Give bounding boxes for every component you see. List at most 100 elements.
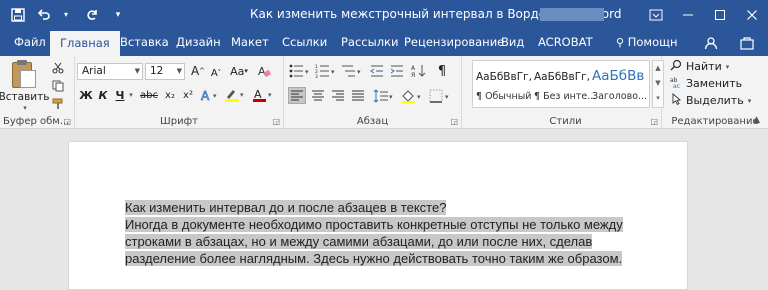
paste-dropdown-icon[interactable]: ▾ [20,104,30,112]
find-button[interactable]: Найти ▾ [670,59,729,74]
highlight-color-icon[interactable]: ▾ [223,87,247,103]
paste-icon[interactable] [10,60,38,90]
align-right-button[interactable] [329,87,347,104]
font-size-select[interactable]: 12 ▼ [145,63,185,80]
paste-button-label[interactable]: Вставить [0,91,49,103]
align-center-button[interactable] [309,87,327,104]
maximize-icon[interactable] [704,0,736,29]
undo-dropdown-icon[interactable]: ▾ [56,5,76,25]
user-name-redacted [540,8,604,21]
selected-text: Иногда в документе необходимо проставить… [125,217,623,232]
document-body[interactable]: Как изменить интервал до и после абзацев… [125,199,665,267]
replace-label: Заменить [686,77,743,90]
chevron-down-icon: ▾ [725,62,730,71]
text-effects-icon[interactable]: A ▾ [199,87,221,103]
window-controls [640,0,768,29]
shading-icon[interactable]: ▾ [400,87,424,104]
decrease-indent-icon[interactable] [368,63,386,79]
ribbon-display-icon[interactable] [640,0,672,29]
format-painter-icon[interactable] [50,96,66,112]
chevron-down-icon: ▼ [176,67,182,75]
customize-icon[interactable]: ▾ [108,5,128,25]
bold-button[interactable]: Ж [79,87,93,103]
tab-mailings[interactable]: Рассылки [341,29,398,56]
tab-insert[interactable]: Вставка [120,29,169,56]
document-page[interactable]: Как изменить интервал до и после абзацев… [68,141,688,290]
replace-button[interactable]: ab ac Заменить [670,76,742,91]
minimize-icon[interactable] [672,0,704,29]
selected-text: строками в абзацах, но и между самими аб… [125,234,593,249]
svg-text:Я: Я [411,72,415,78]
styles-gallery: АаБбВвГг, ¶ Обычный АаБбВвГг, ¶ Без инте… [472,60,650,108]
multilevel-list-icon[interactable]: ▾ [340,63,364,79]
style-sample: АаБбВв [592,68,645,84]
underline-button[interactable]: Ч [113,87,127,103]
style-name: ¶ Без инте... [534,91,597,102]
svg-text:3: 3 [315,74,318,78]
close-icon[interactable] [736,0,768,29]
dialog-launcher-icon[interactable]: ◲ [63,117,71,126]
line-spacing-icon[interactable]: ▾ [372,87,396,104]
tab-review[interactable]: Рецензирование [404,29,504,56]
svg-text:ac: ac [673,83,680,88]
svg-text:▾: ▾ [305,68,309,76]
style-no-spacing[interactable]: АаБбВвГг, ¶ Без инте... [531,61,596,107]
tab-home[interactable]: Главная [50,31,120,56]
find-label: Найти [686,60,722,73]
show-formatting-marks-icon[interactable]: ¶ [434,63,450,79]
shrink-font-icon[interactable]: A ˅ [208,65,224,81]
paragraph-group-label: Абзац [356,116,389,127]
bullets-icon[interactable]: ▾ [288,63,312,79]
quick-access-toolbar: ▾ ▾ [8,0,128,29]
font-group-label: Шрифт [160,116,198,127]
tab-layout[interactable]: Макет [231,29,269,56]
strikethrough-button[interactable]: abc [139,87,159,103]
borders-icon[interactable]: ▾ [428,87,452,104]
chevron-down-icon: ▾ [747,96,752,105]
style-heading-1[interactable]: АаБбВв Заголово... [589,61,647,107]
italic-button[interactable]: К [96,87,110,103]
justify-button[interactable] [349,87,367,104]
undo-icon[interactable] [34,5,54,25]
clear-formatting-icon[interactable]: A [255,63,273,79]
dialog-launcher-icon[interactable]: ◲ [272,117,280,126]
collapse-ribbon-icon[interactable]: ▲ [753,115,760,125]
editing-group: Найти ▾ ab ac Заменить Выделить ▾ Редакти… [662,56,768,129]
font-size-value: 12 [150,65,164,77]
save-icon[interactable] [8,5,28,25]
dialog-launcher-icon[interactable]: ◲ [450,117,458,126]
subscript-button[interactable]: x₂ [162,87,178,103]
tab-acrobat[interactable]: ACROBAT [538,29,593,56]
superscript-button[interactable]: x² [180,87,196,103]
account-icon[interactable] [704,29,718,56]
svg-text:▾: ▾ [357,68,361,76]
cut-icon[interactable] [50,60,66,76]
paragraph-group: ▾ 1 2 3 ▾ ▾ AЯ ¶ ▾ ▾ ▾ Абзац ◲ [284,56,462,129]
selected-text: разделение более наглядным. Здесь нужно … [125,251,623,266]
svg-text:▾: ▾ [268,91,272,99]
font-color-icon[interactable]: A ▾ [251,87,275,103]
align-left-button[interactable] [288,87,306,104]
font-name-select[interactable]: Arial ▼ [77,63,143,80]
chevron-down-icon: ▼ [134,67,140,75]
grow-font-icon[interactable]: A ^ [190,63,206,79]
numbering-icon[interactable]: 1 2 3 ▾ [314,63,338,79]
sort-icon[interactable]: AЯ [410,63,428,79]
style-normal[interactable]: АаБбВвГг, ¶ Обычный [473,61,532,107]
tab-design[interactable]: Дизайн [176,29,221,56]
tab-tell-me[interactable]: ⚲ Помощн [616,29,677,56]
tab-file[interactable]: Файл [14,29,46,56]
redo-icon[interactable] [82,5,102,25]
tab-view[interactable]: Вид [501,29,524,56]
copy-icon[interactable] [50,78,66,94]
change-case-icon[interactable]: Aa ▾ [228,63,250,79]
svg-text:▾: ▾ [213,92,217,100]
dialog-launcher-icon[interactable]: ◲ [650,117,658,126]
select-button[interactable]: Выделить ▾ [670,93,751,108]
increase-indent-icon[interactable] [388,63,406,79]
document-area: Как изменить интервал до и после абзацев… [0,129,768,290]
svg-text:A: A [411,65,416,72]
underline-dropdown-icon[interactable]: ▾ [127,87,135,103]
share-icon[interactable] [740,29,754,56]
tab-references[interactable]: Ссылки [282,29,327,56]
